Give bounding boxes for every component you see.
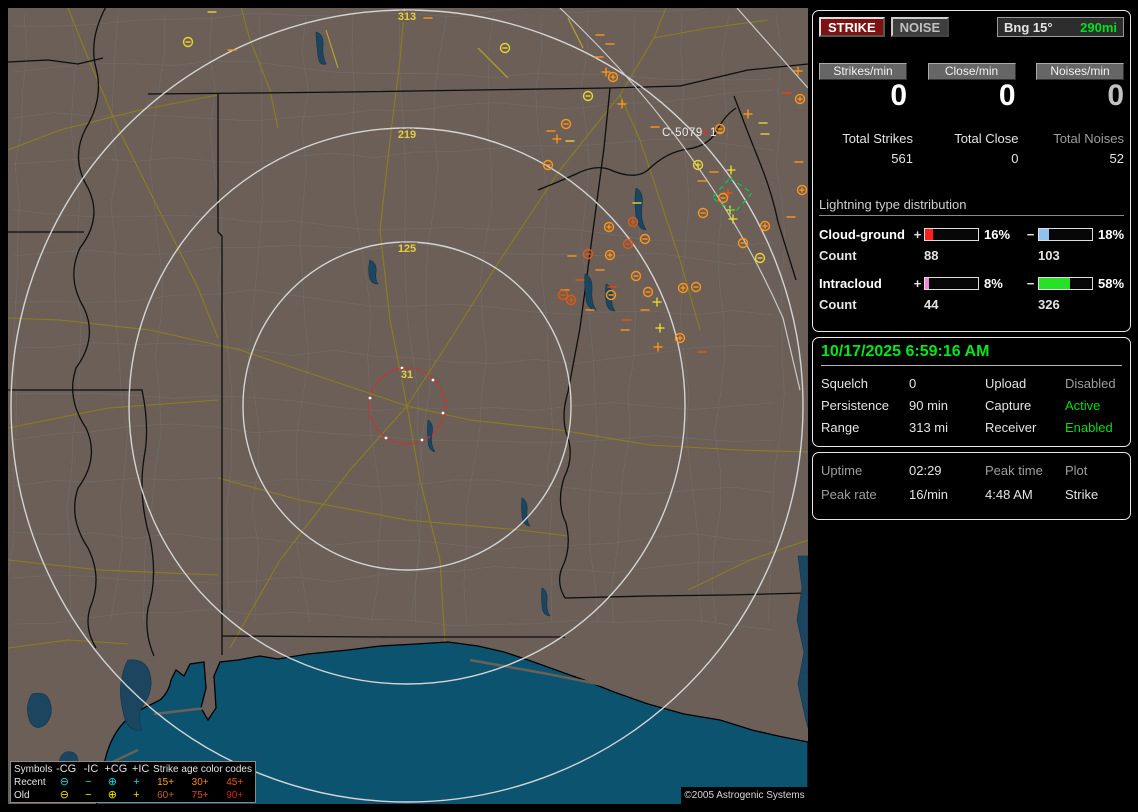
status-cell-4: Persistence xyxy=(821,398,889,413)
noise-button[interactable]: NOISE xyxy=(890,17,950,37)
rate-label-1[interactable]: Close/min xyxy=(927,63,1016,80)
rate-values-row: 0 0 0 xyxy=(819,79,1124,113)
total-label-2: Total Noises xyxy=(1053,131,1124,146)
datetime: 10/17/2025 6:59:16 AM xyxy=(821,343,1122,366)
status-grid: Squelch 0 Upload Disabled Persistence 90 min C… xyxy=(821,376,1122,435)
stats-cell-1: 02:29 xyxy=(909,463,942,478)
svg-text:125: 125 xyxy=(398,243,416,255)
count-row-0: Count 88 103 xyxy=(819,247,1060,263)
distribution-title: Lightning type distribution xyxy=(819,197,1124,216)
distribution-block: Lightning type distribution Cloud-ground… xyxy=(819,197,1124,322)
stats-grid: Uptime 02:29 Peak time Plot Peak rate 16/min 4… xyxy=(821,463,1122,502)
strike-button[interactable]: STRIKE xyxy=(819,17,885,37)
stats-panel: Uptime 02:29 Peak time Plot Peak rate 16/min 4… xyxy=(812,452,1131,520)
total-label-0: Total Strikes xyxy=(842,131,913,146)
rate-value-1: 0 xyxy=(998,79,1016,112)
pos-bar xyxy=(924,227,979,241)
copyright: ©2005 Astrogenic Systems xyxy=(681,787,808,804)
status-cell-6: Capture xyxy=(985,398,1032,413)
svg-text:C-5079+1−: C-5079+1− xyxy=(662,127,724,139)
status-cell-5: 90 min xyxy=(909,398,949,413)
bearing-indicator: Bng 15° 290mi xyxy=(997,17,1124,37)
bearing-range: 290mi xyxy=(1080,19,1117,35)
stats-cell-4: Peak rate xyxy=(821,487,877,502)
stats-cell-0: Uptime xyxy=(821,463,863,478)
status-cell-7: Active xyxy=(1065,398,1101,413)
neg-bar xyxy=(1038,276,1093,290)
rate-value-0: 0 xyxy=(890,79,907,112)
total-value-1: 0 xyxy=(1011,151,1019,166)
totals-block: Total Strikes Total Close Total Noises 561 0… xyxy=(819,131,1124,171)
status-cell-0: Squelch xyxy=(821,376,868,391)
status-panel: 10/17/2025 6:59:16 AM Squelch 0 Upload Disa… xyxy=(812,337,1131,447)
svg-text:31: 31 xyxy=(401,369,413,381)
map-canvas[interactable]: 31 125 219 313 C-5079+1− xyxy=(8,8,808,804)
status-cell-9: 313 mi xyxy=(909,420,949,435)
app-window: 31 125 219 313 C-5079+1− Symbols -CG -IC +CG +IC… xyxy=(0,0,1138,812)
total-value-0: 561 xyxy=(891,151,913,166)
map-legend: Symbols -CG -IC +CG +IC Strike age color code… xyxy=(10,761,256,803)
status-cell-3: Disabled xyxy=(1065,376,1116,391)
lightning-map[interactable]: 31 125 219 313 C-5079+1− Symbols -CG -IC +CG +IC… xyxy=(8,8,808,804)
neg-bar xyxy=(1038,227,1093,241)
status-cell-2: Upload xyxy=(985,376,1027,391)
bearing-label: Bng 15° xyxy=(1004,19,1053,35)
rate-labels-row: Strikes/min Close/min Noises/min xyxy=(819,63,1124,80)
stats-cell-3: Plot xyxy=(1065,463,1088,478)
distribution-row-1: Intracloud +8% −58% xyxy=(819,275,1125,291)
count-row-1: Count 44 326 xyxy=(819,296,1060,312)
status-cell-1: 0 xyxy=(909,376,917,391)
rate-value-2: 0 xyxy=(1107,79,1124,112)
status-cell-11: Enabled xyxy=(1065,420,1113,435)
rate-label-2[interactable]: Noises/min xyxy=(1036,63,1124,80)
stats-cell-5: 16/min xyxy=(909,487,949,502)
distribution-row-0: Cloud-ground +16% −18% xyxy=(819,226,1125,242)
strike-panel: STRIKE NOISE Bng 15° 290mi Strikes/min Cl… xyxy=(812,10,1131,332)
stats-cell-6: 4:48 AM xyxy=(985,487,1033,502)
total-label-1: Total Close xyxy=(954,131,1019,146)
stats-cell-7: Strike xyxy=(1065,487,1099,502)
status-cell-10: Receiver xyxy=(985,420,1037,435)
pos-bar xyxy=(924,276,979,290)
rate-label-0[interactable]: Strikes/min xyxy=(819,63,907,80)
stats-cell-2: Peak time xyxy=(985,463,1043,478)
svg-text:313: 313 xyxy=(398,11,416,23)
status-cell-8: Range xyxy=(821,420,860,435)
svg-text:219: 219 xyxy=(398,129,416,141)
legend-row-old: Old ⊖ − ⊕ +60+ 75+ 90+ xyxy=(14,789,244,802)
legend-row-recent: Recent ⊖ − ⊕ +15+ 30+ 45+ xyxy=(14,776,244,789)
total-value-2: 52 xyxy=(1109,151,1124,166)
